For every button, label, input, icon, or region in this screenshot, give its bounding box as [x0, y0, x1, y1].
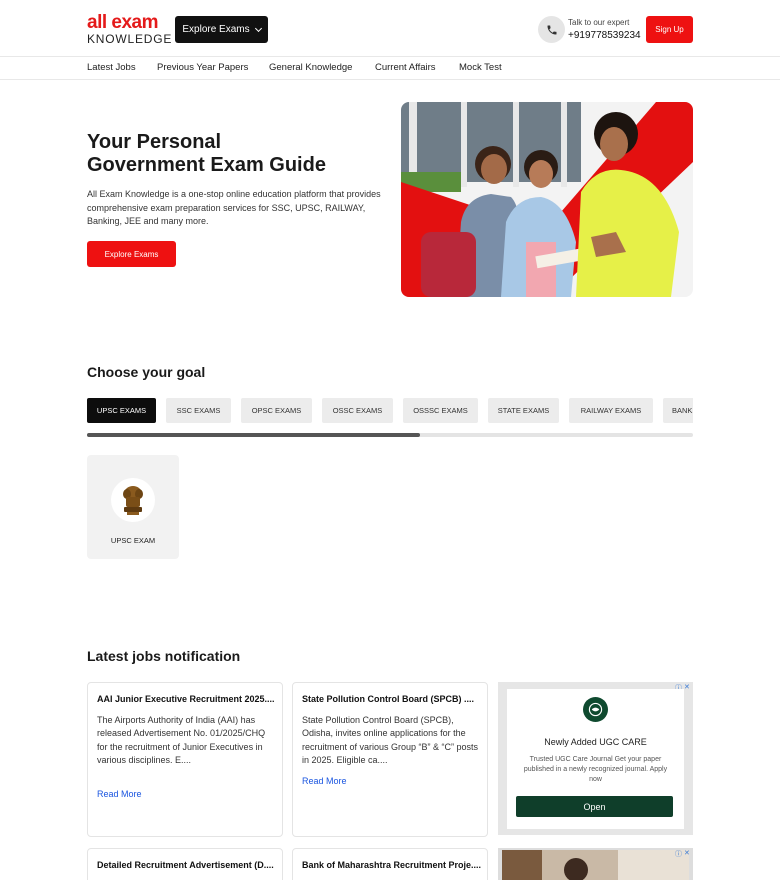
sign-up-button[interactable]: Sign Up: [646, 16, 693, 43]
job-card-description: State Pollution Control Board (SPCB), Od…: [302, 715, 479, 765]
read-more-link[interactable]: Read More: [97, 789, 142, 799]
hero-description: All Exam Knowledge is a one-stop online …: [87, 189, 381, 226]
ad-title: Newly Added UGC CARE: [544, 737, 647, 747]
expert-contact[interactable]: Talk to our expert +919778539234: [568, 17, 641, 43]
tab-opsc-exams[interactable]: OPSC EXAMS: [241, 398, 312, 423]
job-card-title[interactable]: Detailed Recruitment Advertisement (D...…: [97, 859, 277, 872]
chevron-down-icon: [254, 24, 262, 32]
nav-item-latest-jobs[interactable]: Latest Jobs: [87, 62, 136, 73]
hero-explore-button[interactable]: Explore Exams: [87, 241, 176, 267]
exam-card-label: UPSC EXAM: [110, 536, 156, 545]
main-nav: Latest Jobs Previous Year Papers General…: [0, 57, 780, 80]
ad-open-button[interactable]: Open: [516, 796, 673, 817]
hero-title-line1: Your Personal: [87, 131, 222, 153]
tabs-scrollbar[interactable]: [87, 433, 693, 437]
ad-close-icon[interactable]: ✕: [684, 849, 690, 857]
ad-content: Newly Added UGC CARE Trusted UGC Care Jo…: [507, 689, 684, 829]
job-card[interactable]: Detailed Recruitment Advertisement (D...…: [87, 848, 283, 880]
site-header: all exam KNOWLEDGE Explore Exams Talk to…: [0, 0, 780, 57]
advertisement-secondary[interactable]: ⓘ ✕: [498, 848, 693, 880]
hero-image: [401, 102, 693, 297]
explore-exams-label: Explore Exams: [182, 24, 250, 35]
nav-item-mock-test[interactable]: Mock Test: [459, 62, 502, 73]
tab-banking-exams[interactable]: BANKING EXAMS: [663, 398, 693, 423]
expert-phone[interactable]: +919778539234: [568, 29, 641, 43]
tab-railway-exams[interactable]: RAILWAY EXAMS: [569, 398, 653, 423]
ad-close-icon[interactable]: ✕: [684, 683, 690, 691]
job-card-title[interactable]: State Pollution Control Board (SPCB) ...…: [302, 693, 482, 706]
latest-jobs-title: Latest jobs notification: [87, 648, 241, 664]
choose-goal-title: Choose your goal: [87, 364, 206, 380]
advertisement[interactable]: ⓘ ✕ Newly Added UGC CARE Trusted UGC Car…: [498, 682, 693, 835]
logo-top-text: all exam: [87, 12, 159, 33]
ad-logo: [583, 697, 608, 722]
phone-icon[interactable]: [538, 16, 565, 43]
expert-label: Talk to our expert: [568, 18, 630, 27]
nav-item-previous-year-papers[interactable]: Previous Year Papers: [157, 62, 248, 73]
nav-item-general-knowledge[interactable]: General Knowledge: [269, 62, 352, 73]
explore-exams-dropdown[interactable]: Explore Exams: [175, 16, 268, 43]
ad-description: Trusted UGC Care Journal Get your paper …: [523, 756, 668, 783]
tab-ossc-exams[interactable]: OSSC EXAMS: [322, 398, 393, 423]
job-card-title[interactable]: Bank of Maharashtra Recruitment Proje...…: [302, 859, 482, 872]
exam-card-upsc[interactable]: UPSC EXAM: [87, 455, 179, 559]
tab-state-exams[interactable]: STATE EXAMS: [488, 398, 559, 423]
job-card-title[interactable]: AAI Junior Executive Recruitment 2025...…: [97, 693, 277, 706]
goal-tabs: UPSC EXAMS SSC EXAMS OPSC EXAMS OSSC EXA…: [87, 398, 693, 424]
tab-osssc-exams[interactable]: OSSSC EXAMS: [403, 398, 478, 423]
job-card[interactable]: Bank of Maharashtra Recruitment Proje...…: [292, 848, 488, 880]
hero-title-line2: Government Exam Guide: [87, 154, 326, 176]
job-card[interactable]: State Pollution Control Board (SPCB) ...…: [292, 682, 488, 837]
site-logo[interactable]: all exam KNOWLEDGE: [87, 12, 173, 47]
nav-item-current-affairs[interactable]: Current Affairs: [375, 62, 436, 73]
tab-ssc-exams[interactable]: SSC EXAMS: [166, 398, 231, 423]
read-more-link[interactable]: Read More: [302, 776, 347, 786]
logo-bottom-text: KNOWLEDGE: [87, 32, 173, 46]
tabs-scrollbar-thumb[interactable]: [87, 433, 421, 437]
national-emblem-icon: [111, 478, 155, 522]
tab-upsc-exams[interactable]: UPSC EXAMS: [87, 398, 156, 423]
ad-info-icon[interactable]: ⓘ: [675, 849, 682, 859]
job-card[interactable]: AAI Junior Executive Recruitment 2025...…: [87, 682, 283, 837]
job-card-description: The Airports Authority of India (AAI) ha…: [97, 715, 266, 765]
hero-title: Your Personal Government Exam Guide: [87, 131, 326, 177]
